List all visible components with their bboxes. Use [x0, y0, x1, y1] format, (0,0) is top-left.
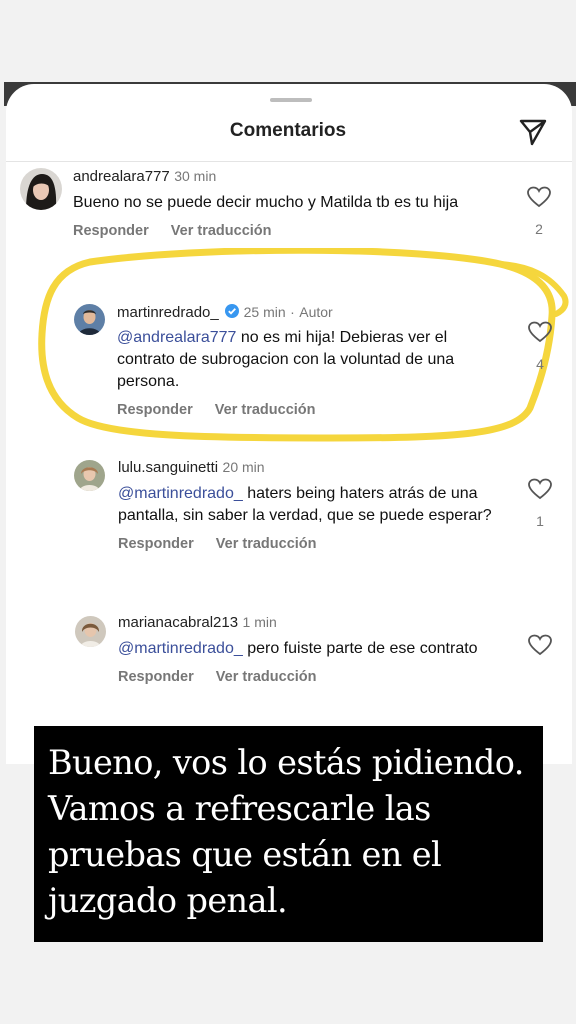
drag-handle[interactable]: [270, 98, 312, 102]
story-caption: Bueno, vos lo estás pidiendo. Vamos a re…: [34, 726, 543, 942]
comment-marianacabral213: marianacabral213 1 min @martinredrado_ p…: [118, 614, 508, 685]
comment-andrealara777: andrealara777 30 min Bueno no se puede d…: [73, 168, 503, 239]
mention-link[interactable]: @andrealara777: [117, 329, 236, 346]
like-count: 2: [535, 221, 543, 237]
translate-button[interactable]: Ver traducción: [216, 536, 317, 552]
comment-martinredrado: martinredrado_ 25 min · Autor @andrealar…: [117, 304, 507, 418]
avatar[interactable]: [74, 304, 105, 335]
comment-time: 20 min: [222, 459, 265, 475]
comment-time: 1 min: [242, 614, 277, 630]
translate-button[interactable]: Ver traducción: [215, 402, 316, 418]
comment-time: 25 min: [243, 304, 286, 320]
like-count: 1: [536, 513, 544, 529]
heart-icon[interactable]: [528, 478, 552, 500]
comment-username[interactable]: lulu.sanguinetti: [118, 459, 218, 476]
comment-text: Bueno no se puede decir mucho y Matilda …: [73, 194, 459, 211]
mention-link[interactable]: @martinredrado_: [118, 640, 243, 657]
translate-button[interactable]: Ver traducción: [216, 669, 317, 685]
top-margin: [0, 0, 576, 84]
translate-button[interactable]: Ver traducción: [171, 223, 272, 239]
send-icon[interactable]: [518, 117, 548, 147]
verified-badge-icon: [225, 304, 240, 318]
heart-icon[interactable]: [527, 186, 551, 208]
header-divider: [6, 161, 572, 162]
heart-icon[interactable]: [528, 634, 552, 656]
like-count: 4: [536, 356, 544, 372]
page-title: Comentarios: [229, 120, 347, 141]
author-tag: Autor: [299, 304, 333, 320]
comment-username[interactable]: andrealara777: [73, 168, 170, 185]
comment-text: @martinredrado_ haters being haters atrá…: [118, 485, 492, 524]
comment-username[interactable]: martinredrado_: [117, 304, 219, 321]
comment-time: 30 min: [174, 168, 217, 184]
comment-text: @martinredrado_ pero fuiste parte de ese…: [118, 640, 478, 657]
avatar[interactable]: [20, 168, 62, 210]
reply-button[interactable]: Responder: [73, 223, 149, 239]
comment-username[interactable]: marianacabral213: [118, 614, 238, 631]
avatar[interactable]: [75, 616, 106, 647]
mention-link[interactable]: @martinredrado_: [118, 485, 243, 502]
reply-button[interactable]: Responder: [117, 402, 193, 418]
avatar[interactable]: [74, 460, 105, 491]
reply-button[interactable]: Responder: [118, 536, 194, 552]
reply-button[interactable]: Responder: [118, 669, 194, 685]
comment-lulu-sanguinetti: lulu.sanguinetti 20 min @martinredrado_ …: [118, 459, 508, 552]
heart-icon[interactable]: [528, 321, 552, 343]
comment-text: @andrealara777 no es mi hija! Debieras v…: [117, 329, 455, 390]
